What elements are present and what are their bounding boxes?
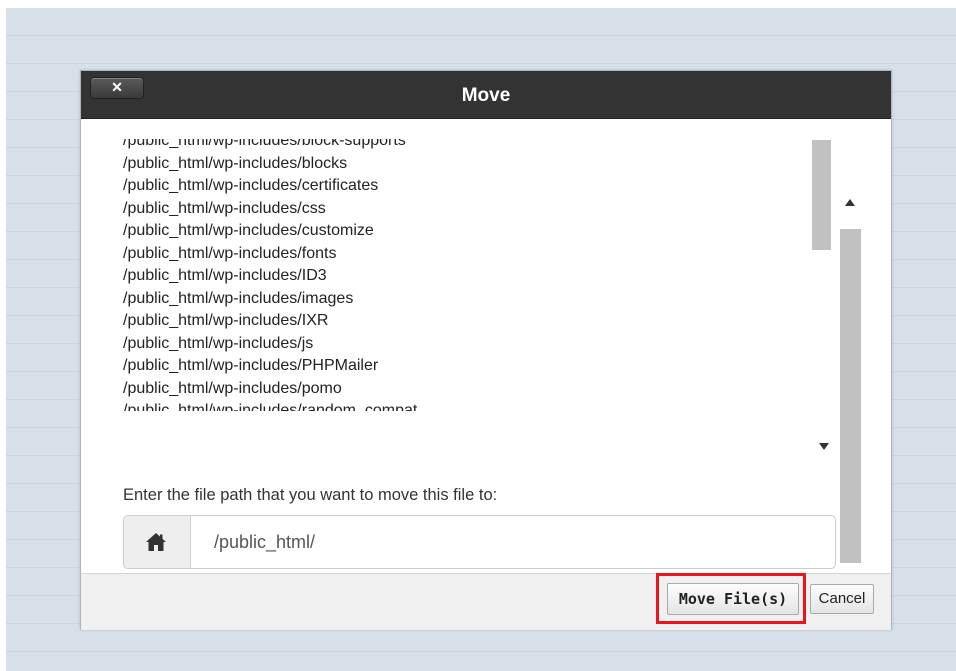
directory-item[interactable]: /public_html/wp-includes/fonts [123,243,417,266]
move-dialog: ✕ Move /public_html/wp-includes/block-su… [80,70,892,630]
directory-item[interactable]: /public_html/wp-includes/images [123,288,417,311]
directory-item[interactable]: /public_html/wp-includes/customize [123,220,417,243]
directory-item[interactable]: /public_html/wp-includes/random_compat [123,400,417,411]
path-addon [124,516,191,568]
dialog-titlebar: ✕ Move [81,71,891,119]
dialog-scroll-thumb[interactable] [840,229,861,563]
directory-list-scroll-thumb[interactable] [812,140,831,250]
dialog-content: /public_html/wp-includes/block-supports … [81,119,891,583]
dialog-title: Move [461,85,511,106]
directory-list-scrollbar[interactable] [810,140,832,408]
scroll-up-icon[interactable] [845,199,855,206]
destination-path-input[interactable] [191,516,831,568]
dialog-footer [81,573,891,630]
directory-item[interactable]: /public_html/wp-includes/certificates [123,175,417,198]
directory-list[interactable]: /public_html/wp-includes/block-supports … [123,139,843,411]
destination-path-group [123,515,836,569]
directory-list-items: /public_html/wp-includes/block-supports … [123,139,417,411]
directory-item[interactable]: /public_html/wp-includes/js [123,333,417,356]
directory-item[interactable]: /public_html/wp-includes/ID3 [123,265,417,288]
directory-item[interactable]: /public_html/wp-includes/pomo [123,378,417,401]
directory-item[interactable]: /public_html/wp-includes/css [123,198,417,221]
home-icon [146,533,166,551]
directory-item[interactable]: /public_html/wp-includes/IXR [123,310,417,333]
destination-prompt: Enter the file path that you want to mov… [123,486,498,504]
directory-item[interactable]: /public_html/wp-includes/PHPMailer [123,355,417,378]
directory-item[interactable]: /public_html/wp-includes/blocks [123,153,417,176]
directory-item[interactable]: /public_html/wp-includes/block-supports [123,139,417,153]
list-scroll-down-icon[interactable] [819,443,829,450]
